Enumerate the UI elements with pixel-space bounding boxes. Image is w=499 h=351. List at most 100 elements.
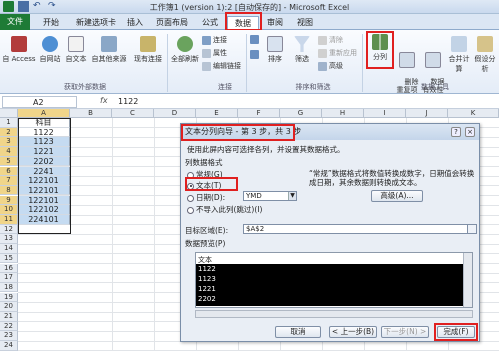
existing-connections-button[interactable]: 现有连接 (130, 36, 166, 64)
cell-a[interactable]: 224101 (18, 215, 70, 225)
row-header[interactable]: 22 (0, 321, 18, 332)
sort-button[interactable]: 排序 (264, 36, 286, 64)
edit-links-button[interactable]: 编辑链接 (202, 61, 241, 71)
column-header-a[interactable]: A (18, 109, 70, 118)
formula-input[interactable]: 1122 (118, 96, 138, 108)
help-icon[interactable]: ? (451, 127, 461, 137)
row-header[interactable]: 17 (0, 273, 18, 283)
column-header-f[interactable]: F (238, 109, 280, 118)
separator (246, 34, 247, 92)
from-web-button[interactable]: 自网站 (37, 36, 63, 64)
back-button[interactable]: < 上一步(B) (329, 326, 377, 338)
from-access-button[interactable]: 自 Access (2, 36, 36, 64)
column-header-g[interactable]: G (280, 109, 322, 118)
cell-a[interactable]: 2241 (18, 166, 70, 176)
advanced-filter-button[interactable]: 高级 (318, 61, 343, 71)
column-header-i[interactable]: I (364, 109, 406, 118)
preview-pane[interactable]: 文本 1122 1123 1221 2202 (195, 252, 473, 308)
tab-file[interactable]: 文件 (0, 14, 30, 30)
row-header[interactable]: 11 (0, 215, 18, 225)
row-header[interactable]: 5 (0, 156, 18, 167)
row-header[interactable]: 18 (0, 282, 18, 293)
row-header[interactable]: 20 (0, 302, 18, 312)
cell-a[interactable]: 122101 (18, 176, 70, 186)
preview-selected-column[interactable]: 1122 1123 1221 2202 (196, 264, 464, 306)
tab-page-layout[interactable]: 页面布局 (152, 16, 192, 30)
column-header-b[interactable]: B (70, 109, 112, 118)
horizontal-scrollbar[interactable] (195, 310, 473, 318)
row-header[interactable]: 1 (0, 118, 18, 128)
filter-button[interactable]: 筛选 (290, 36, 314, 64)
cell-a[interactable]: 122101 (18, 185, 70, 196)
text-to-columns-dialog: 文本分列向导 - 第 3 步，共 3 步 ? × 使用此屏内容可选择各列，并设置… (180, 123, 480, 342)
collapse-range-icon[interactable] (467, 224, 477, 234)
column-header-c[interactable]: C (112, 109, 154, 118)
column-header-j[interactable]: J (406, 109, 448, 118)
what-if-button[interactable]: 假设分析 (472, 36, 498, 74)
row-header[interactable]: 2 (0, 127, 18, 138)
tab-review[interactable]: 审阅 (262, 16, 288, 30)
row-header[interactable]: 14 (0, 244, 18, 254)
row-header[interactable]: 7 (0, 176, 18, 186)
close-icon[interactable]: × (465, 127, 475, 137)
sort-za-button[interactable] (250, 50, 259, 59)
row-header[interactable]: 21 (0, 312, 18, 322)
row-header[interactable]: 8 (0, 185, 18, 196)
select-all-corner[interactable] (0, 109, 18, 118)
cell-a[interactable]: 科目 (18, 118, 70, 128)
column-header-d[interactable]: D (154, 109, 196, 118)
row-header[interactable]: 16 (0, 263, 18, 273)
column-header-e[interactable]: E (196, 109, 238, 118)
row-header[interactable]: 15 (0, 253, 18, 264)
column-header-k[interactable]: K (448, 109, 499, 118)
tab-view[interactable]: 视图 (292, 16, 318, 30)
fx-icon[interactable]: fx (100, 96, 108, 105)
cell-a[interactable]: 1221 (18, 147, 70, 157)
chevron-down-icon[interactable]: ▼ (288, 192, 296, 200)
row-header[interactable]: 4 (0, 147, 18, 157)
row-header[interactable]: 9 (0, 195, 18, 206)
advanced-button[interactable]: 高级(A)... (371, 190, 423, 202)
from-text-button[interactable]: 自文本 (63, 36, 89, 64)
clear-button[interactable]: 清除 (318, 35, 343, 45)
cell-a[interactable]: 122101 (18, 195, 70, 206)
connections-button[interactable]: 连接 (202, 35, 227, 45)
radio-date[interactable]: 日期(D): (187, 192, 225, 203)
row-header[interactable]: 24 (0, 341, 18, 351)
row-header[interactable]: 23 (0, 331, 18, 341)
row-header[interactable]: 10 (0, 205, 18, 215)
radio-skip[interactable]: 不导入此列(跳过)(I) (187, 204, 262, 215)
cancel-button[interactable]: 取消 (275, 326, 321, 338)
name-box[interactable]: A2 (2, 96, 77, 108)
tab-new[interactable]: 新建选项卡 (72, 16, 120, 30)
row-header[interactable]: 3 (0, 137, 18, 147)
instruction-text: 使用此屏内容可选择各列，并设置其数据格式。 (187, 145, 345, 154)
date-format-select[interactable]: YMD ▼ (243, 191, 297, 201)
tab-home[interactable]: 开始 (36, 16, 66, 30)
cell-a[interactable]: 1123 (18, 137, 70, 147)
separator (362, 34, 363, 92)
tab-formulas[interactable]: 公式 (196, 16, 224, 30)
refresh-all-button[interactable]: 全部刷新 (170, 36, 200, 64)
sort-az-button[interactable] (250, 35, 259, 44)
cell-a[interactable]: 122102 (18, 205, 70, 215)
data-validation-button[interactable]: 数据 有效性 (420, 36, 446, 102)
tab-insert[interactable]: 插入 (122, 16, 148, 30)
row-header[interactable]: 12 (0, 224, 18, 235)
target-input[interactable]: $A$2 (243, 224, 469, 234)
next-button[interactable]: 下一步(N) > (381, 326, 429, 338)
preview-scrollbar[interactable] (463, 253, 472, 307)
column-header-h[interactable]: H (322, 109, 364, 118)
refresh-icon (177, 36, 193, 52)
consolidate-button[interactable]: 合并计算 (446, 36, 472, 74)
row-header[interactable]: 13 (0, 234, 18, 244)
properties-button[interactable]: 属性 (202, 48, 227, 58)
cell-a[interactable]: 1122 (18, 127, 70, 138)
row-header[interactable]: 6 (0, 166, 18, 176)
remove-duplicates-button[interactable]: 删除 重复项 (394, 36, 420, 102)
radio-skip-label: 不导入此列(跳过)(I) (196, 205, 263, 214)
from-other-button[interactable]: 自其他来源 (89, 36, 129, 64)
reapply-button[interactable]: 重新应用 (318, 48, 357, 58)
cell-a[interactable]: 2202 (18, 156, 70, 167)
row-header[interactable]: 19 (0, 292, 18, 303)
